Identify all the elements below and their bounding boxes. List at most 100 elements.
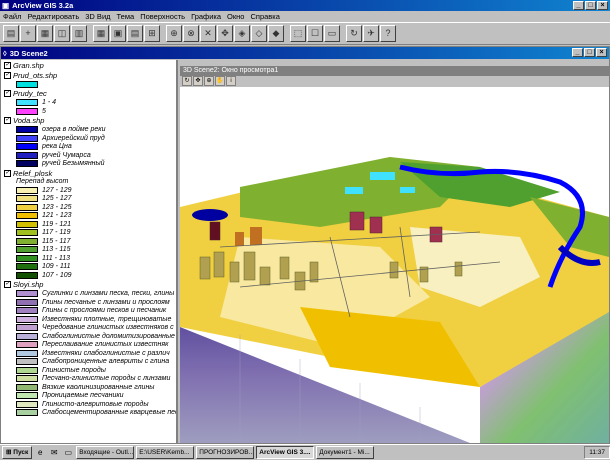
maximize-button[interactable]: □ [585, 1, 596, 10]
theme-header[interactable]: ✓ Sloyi.shp [4, 280, 176, 290]
building [213, 251, 225, 278]
legend-item: Известняки плотные, трещиноватые [4, 315, 176, 324]
taskbar-task[interactable]: E:\USER\Kemb... [136, 446, 195, 459]
legend-swatch [16, 409, 38, 417]
scene-close-button[interactable]: × [596, 48, 607, 57]
fly-icon[interactable]: ✈ [363, 25, 379, 42]
legend-item: 123 - 125 [4, 203, 176, 212]
app-titlebar[interactable]: ▣ ArcView GIS 3.2a _ □ × [0, 0, 610, 11]
start-button[interactable]: ⊞ Пуск [2, 446, 33, 459]
toc-theme[interactable]: ✓ Gran.shp [1, 60, 176, 70]
taskbar-task[interactable]: Документ1 - Mi... [316, 446, 375, 459]
pan-icon[interactable]: ✥ [217, 25, 233, 42]
scene-minimize-button[interactable]: _ [572, 48, 583, 57]
legend-item: 111 - 113 [4, 254, 176, 263]
menu-item[interactable]: Окно [227, 12, 244, 21]
legend-swatch [16, 290, 38, 298]
scene-titlebar[interactable]: ◊ 3D Scene2 _ □ × [1, 47, 609, 59]
legend-label: Песчано-глинистые породы с линзами [42, 375, 171, 383]
theme-visibility-checkbox[interactable]: ✓ [4, 61, 11, 69]
identify-icon[interactable]: i [226, 76, 236, 86]
legend-item: Песчано-глинистые породы с линзами [4, 375, 176, 384]
minimize-button[interactable]: _ [573, 1, 584, 10]
theme-visibility-checkbox[interactable]: ✓ [4, 169, 11, 177]
theme-header[interactable]: ✓ Voda.shp [4, 116, 176, 126]
legend-label: 127 - 129 [42, 186, 72, 194]
menu-item[interactable]: Графика [191, 12, 221, 21]
legend-label: Известняки плотные, трещиноватые [42, 315, 172, 323]
legend-label: 1 - 4 [42, 99, 57, 107]
3d-scene-canvas[interactable] [180, 87, 609, 443]
navigate-tool-icon[interactable]: ✥ [193, 76, 203, 86]
toc-theme[interactable]: ✓ Voda.shp озера в пойме реки Архиерейский … [1, 116, 176, 169]
ie-icon[interactable]: e [34, 447, 46, 459]
theme-header[interactable]: ✓ Relef_plosk [4, 168, 176, 178]
table-icon[interactable]: ▦ [93, 25, 109, 42]
zoom-selected-icon[interactable]: ✕ [200, 25, 216, 42]
query-icon[interactable]: ▤ [127, 25, 143, 42]
main-toolbar: ▤ + ▦ ◫ ▥ ▦ ▣ ▤ ⊞ ⊕ ⊗ ✕ ✥ ◈ ◇ ◆ ⬚ ☐ ▭ ↻ … [0, 22, 610, 45]
zoom-theme-icon[interactable]: ⊗ [183, 25, 199, 42]
viewer-title[interactable]: 3D Scene2: Окно просмотра1 [180, 66, 609, 76]
menu-item[interactable]: Тема [117, 12, 135, 21]
table-of-contents[interactable]: ✓ Gran.shp ✓ Prud_ots.shp ✓ Prudy_tec 1 - 4 5 ✓ V… [1, 60, 178, 443]
close-button[interactable]: × [597, 1, 608, 10]
taskbar: ⊞ Пуск e ✉ ▭ Входящие - Outl... E:\USER\K… [0, 444, 610, 460]
taskbar-task[interactable]: ПРОГНОЗИРОВ... [196, 446, 255, 459]
theme-visibility-checkbox[interactable]: ✓ [4, 281, 11, 288]
toc-theme[interactable]: ✓ Relef_plosk Перепад высот 127 - 129 125 - … [1, 168, 176, 280]
legend-swatch [16, 375, 38, 383]
taskbar-task[interactable]: ArcView GIS 3.... [256, 446, 315, 459]
toc-theme[interactable]: ✓ Prudy_tec 1 - 45 [1, 89, 176, 116]
theme-header[interactable]: ✓ Prud_ots.shp [4, 70, 176, 80]
theme-header[interactable]: ✓ Prudy_tec [4, 89, 176, 99]
theme-header[interactable]: ✓ Gran.shp [4, 60, 176, 70]
help-icon[interactable]: ? [380, 25, 396, 42]
theme-visibility-checkbox[interactable]: ✓ [4, 117, 11, 124]
zoom-in-icon[interactable]: ◈ [234, 25, 250, 42]
building [279, 256, 290, 280]
zoom-previous-icon[interactable]: ◆ [268, 25, 284, 42]
toc-theme[interactable]: ✓ Sloyi.shp Суглинки с линзами песка, песк… [1, 280, 176, 418]
zoom-tool-icon[interactable]: ⊕ [204, 76, 214, 86]
add-theme-icon[interactable]: + [20, 25, 36, 42]
toc-theme[interactable]: ✓ Prud_ots.shp [1, 70, 176, 89]
legend-label: Слабосцементированные кварцевые пес [42, 409, 178, 417]
desktop-icon[interactable]: ▭ [62, 447, 74, 459]
theme-name: Prud_ots.shp [13, 70, 58, 80]
navigate-icon[interactable]: ↻ [346, 25, 362, 42]
theme-properties-icon[interactable]: ◫ [54, 25, 70, 42]
legend-item: Слабопрониценные алевриты с глина [4, 358, 176, 367]
legend-editor-icon[interactable]: ▥ [71, 25, 87, 42]
legend-item: 125 - 127 [4, 195, 176, 204]
zoom-full-icon[interactable]: ⊕ [166, 25, 182, 42]
clear-icon[interactable]: ☐ [307, 25, 323, 42]
rotate-icon[interactable]: ↻ [182, 76, 192, 86]
properties-icon[interactable]: ▦ [37, 25, 53, 42]
scene-maximize-button[interactable]: □ [584, 48, 595, 57]
taskbar-task[interactable]: Входящие - Outl... [76, 446, 135, 459]
legend-swatch [16, 366, 38, 374]
menu-item[interactable]: 3D Вид [85, 12, 110, 21]
zoom-out-icon[interactable]: ◇ [251, 25, 267, 42]
legend-item: Слабоглинистые доломитизированные [4, 332, 176, 341]
building [250, 227, 262, 245]
select-icon[interactable]: ⬚ [290, 25, 306, 42]
find-icon[interactable]: ▣ [110, 25, 126, 42]
theme-visibility-checkbox[interactable]: ✓ [4, 71, 11, 79]
menu-item[interactable]: Редактировать [27, 12, 79, 21]
menu-item[interactable]: Файл [3, 12, 21, 21]
menu-item[interactable]: Поверхность [140, 12, 185, 21]
legend-item: Известняки слабоглинистые с различ [4, 349, 176, 358]
pan-tool-icon[interactable]: ✋ [215, 76, 225, 86]
theme-visibility-checkbox[interactable]: ✓ [4, 90, 11, 97]
save-icon[interactable]: ▤ [3, 25, 19, 42]
layout-icon[interactable]: ▭ [324, 25, 340, 42]
outlook-icon[interactable]: ✉ [48, 447, 60, 459]
locate-icon[interactable]: ⊞ [144, 25, 160, 42]
building [309, 261, 319, 283]
legend-label: 115 - 117 [42, 237, 71, 245]
legend-swatch [16, 186, 38, 194]
menu-item[interactable]: Справка [250, 12, 279, 21]
legend-label: 109 - 111 [42, 263, 71, 271]
